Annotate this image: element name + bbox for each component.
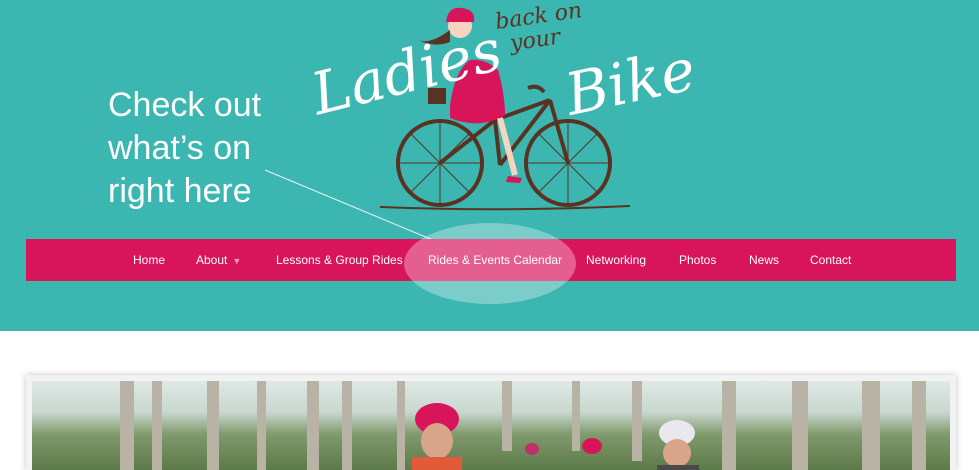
hero-photo-frame (26, 375, 956, 470)
callout-line-1: Check out (108, 86, 262, 124)
chevron-down-icon: ▼ (232, 255, 242, 266)
site-logo[interactable]: Ladies back on your Bike (300, 0, 701, 220)
nav-item-home[interactable]: Home (133, 239, 165, 281)
nav-item-photos[interactable]: Photos (679, 239, 716, 281)
nav-item-about[interactable]: About ▼ (196, 239, 241, 281)
hero-photo-scene (120, 381, 926, 470)
nav-item-lessons-group-rides[interactable]: Lessons & Group Rides (276, 239, 403, 281)
nav-item-about-label: About (196, 253, 228, 267)
main-navigation: Home About ▼ Lessons & Group Rides Rides … (26, 239, 956, 281)
nav-item-rides-events-calendar[interactable]: Rides & Events Calendar (428, 239, 562, 281)
nav-item-networking[interactable]: Networking (586, 239, 646, 281)
hero-photo (32, 381, 950, 470)
callout-text: Check out what’s on right here (108, 84, 298, 213)
callout-line-3: right here (108, 172, 252, 210)
site-header: Ladies back on your Bike Check out what’… (0, 0, 979, 331)
callout-line-2: what’s on (108, 129, 252, 167)
nav-item-news[interactable]: News (749, 239, 779, 281)
nav-item-contact[interactable]: Contact (810, 239, 851, 281)
